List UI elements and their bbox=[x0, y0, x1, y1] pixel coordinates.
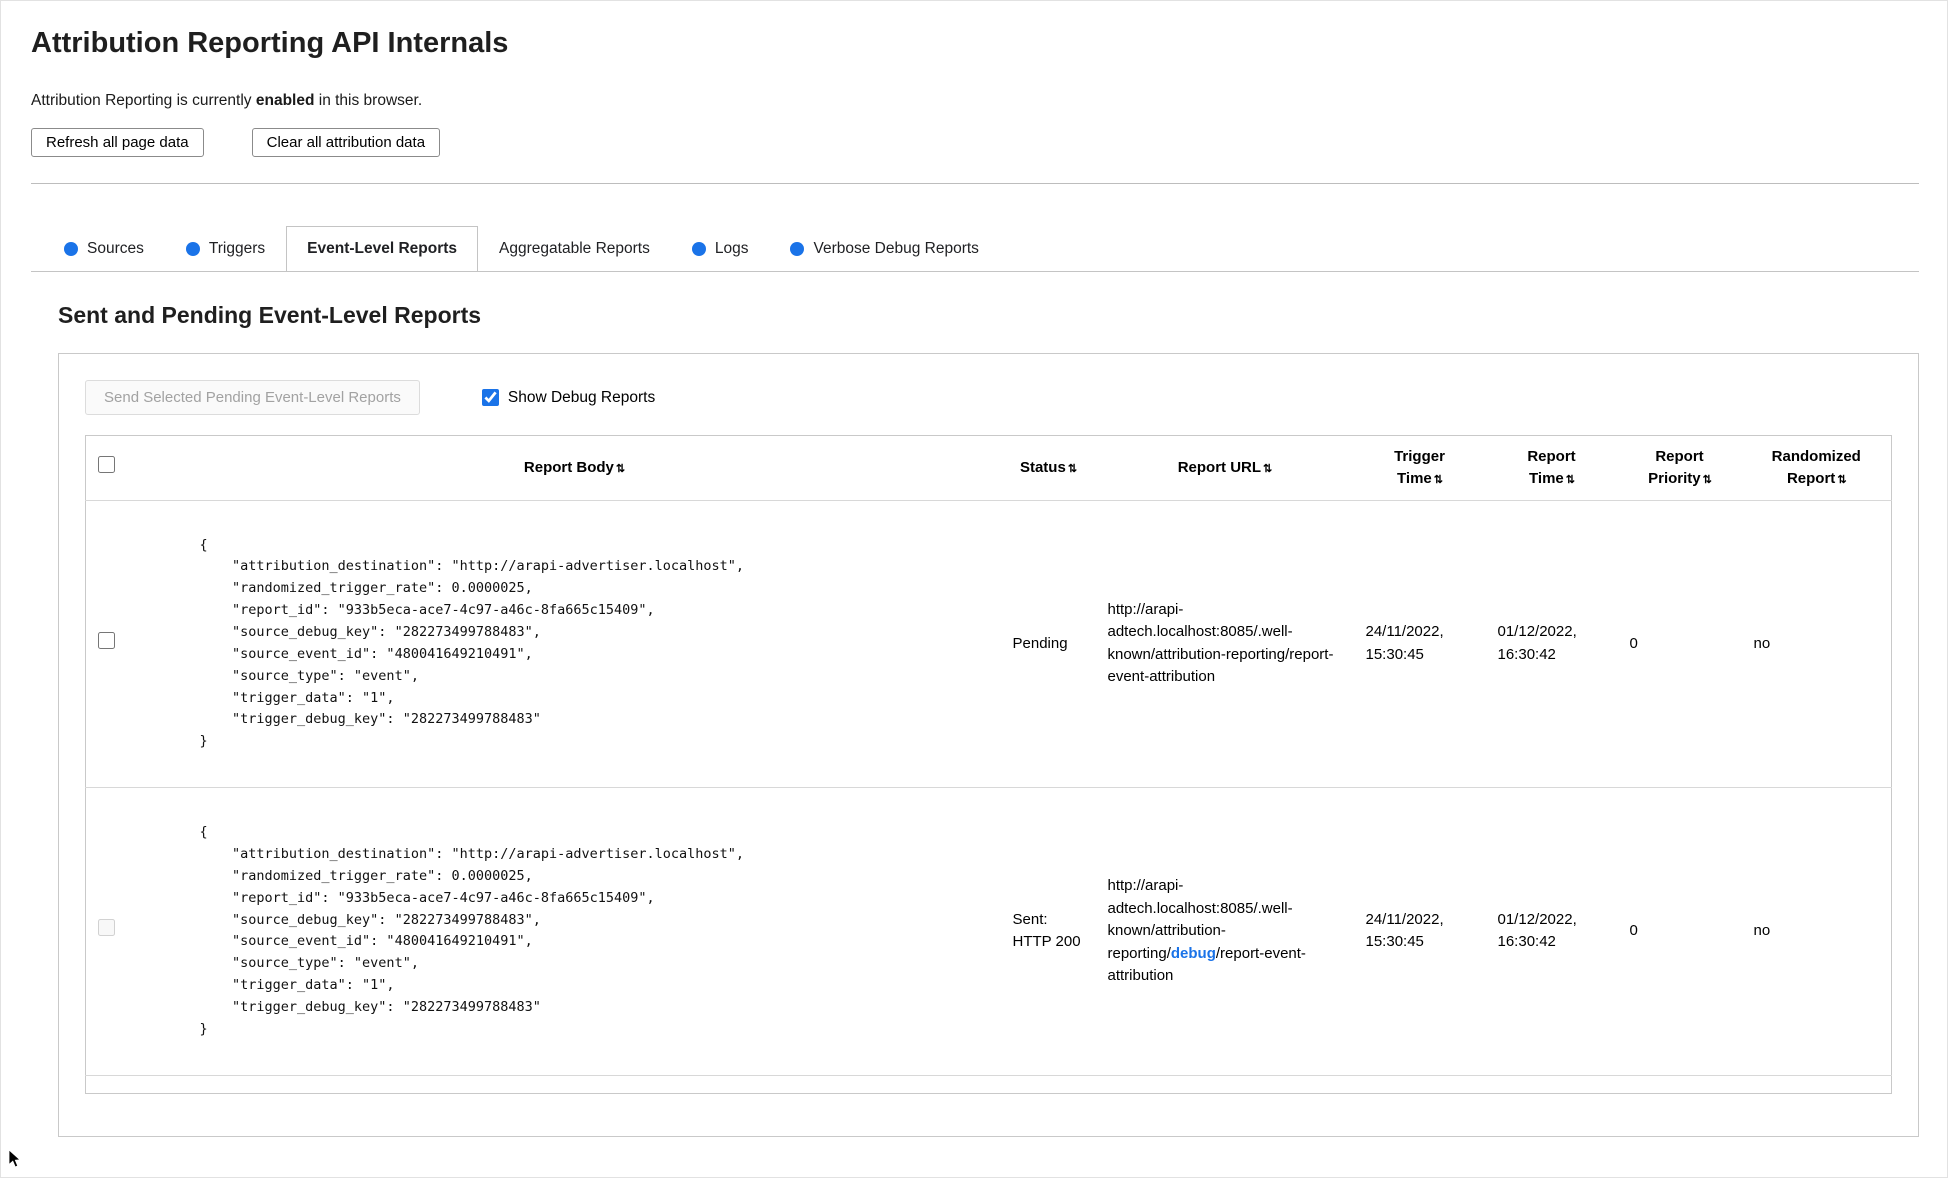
tab-logs[interactable]: Logs bbox=[670, 226, 770, 271]
tab-aggregatable-reports[interactable]: Aggregatable Reports bbox=[478, 226, 671, 271]
top-buttons: Refresh all page data Clear all attribut… bbox=[31, 128, 1919, 157]
report-body-json: { "attribution_destination": "http://ara… bbox=[199, 536, 745, 750]
report-status: Sent: HTTP 200 bbox=[1012, 910, 1081, 951]
randomized-report: no bbox=[1753, 922, 1771, 940]
tab-label: Aggregatable Reports bbox=[499, 240, 650, 257]
event-level-reports-panel: Sent and Pending Event-Level Reports Sen… bbox=[58, 302, 1919, 1137]
randomized-report: no bbox=[1753, 634, 1771, 652]
sort-icon: ⇅ bbox=[1067, 462, 1077, 475]
sort-icon: ⇅ bbox=[1565, 473, 1575, 486]
tab-label: Logs bbox=[714, 240, 749, 257]
send-selected-button[interactable]: Send Selected Pending Event-Level Report… bbox=[85, 380, 420, 415]
tab-label: Triggers bbox=[208, 240, 266, 257]
col-header-report-priority[interactable]: Report Priority ⇅ bbox=[1618, 436, 1742, 501]
report-url: http://arapi-adtech.localhost:8085/.well… bbox=[1096, 500, 1354, 788]
report-body-json: { "attribution_destination": "http://ara… bbox=[199, 824, 745, 1037]
table-footer-cell bbox=[86, 1075, 1892, 1093]
col-header-trigger-time[interactable]: Trigger Time ⇅ bbox=[1354, 436, 1486, 501]
status-text: Attribution Reporting is currently enabl… bbox=[31, 92, 1919, 110]
reports-panel: Send Selected Pending Event-Level Report… bbox=[58, 353, 1919, 1137]
report-time: 01/12/2022, 16:30:42 bbox=[1497, 623, 1577, 663]
trigger-time: 24/11/2022, 15:30:45 bbox=[1365, 910, 1444, 951]
col-header-report-time[interactable]: Report Time ⇅ bbox=[1486, 436, 1618, 501]
section-heading: Sent and Pending Event-Level Reports bbox=[58, 302, 482, 328]
row-select-cell bbox=[86, 788, 148, 1076]
tab-label: Sources bbox=[87, 240, 144, 257]
data-dot-icon bbox=[691, 242, 706, 256]
tab-label: Event-Level Reports bbox=[307, 240, 458, 257]
report-body-cell: { "attribution_destination": "http://ara… bbox=[148, 500, 1001, 788]
show-debug-toggle[interactable]: Show Debug Reports bbox=[481, 388, 656, 407]
status-enabled: enabled bbox=[255, 92, 315, 109]
show-debug-checkbox[interactable] bbox=[481, 389, 499, 406]
report-body-cell: { "attribution_destination": "http://ara… bbox=[148, 788, 1001, 1076]
tab-strip: Sources Triggers Event-Level Reports Agg… bbox=[31, 226, 1919, 272]
tab-event-level-reports[interactable]: Event-Level Reports bbox=[286, 226, 479, 271]
trigger-time: 24/11/2022, 15:30:45 bbox=[1365, 623, 1444, 663]
status-suffix: in this browser. bbox=[314, 92, 423, 109]
sort-icon: ⇅ bbox=[1263, 462, 1272, 475]
report-url-text: http://arapi-adtech.localhost:8085/.well… bbox=[1107, 600, 1334, 686]
attribution-internals-page: Attribution Reporting API Internals Attr… bbox=[0, 0, 1948, 1178]
tab-verbose-debug-reports[interactable]: Verbose Debug Reports bbox=[769, 226, 1000, 271]
col-header-report-url[interactable]: Report URL ⇅ bbox=[1096, 436, 1354, 501]
data-dot-icon bbox=[64, 242, 78, 256]
sort-icon: ⇅ bbox=[1702, 473, 1712, 486]
report-priority: 0 bbox=[1629, 634, 1638, 652]
data-dot-icon bbox=[790, 242, 805, 256]
select-all-checkbox[interactable] bbox=[98, 455, 115, 473]
debug-path-highlight: debug bbox=[1170, 944, 1216, 962]
tab-triggers[interactable]: Triggers bbox=[164, 226, 287, 271]
col-header-report-body[interactable]: Report Body ⇅ bbox=[148, 436, 1001, 501]
tab-sources[interactable]: Sources bbox=[43, 226, 165, 271]
report-url: http://arapi-adtech.localhost:8085/.well… bbox=[1096, 788, 1354, 1076]
sort-icon: ⇅ bbox=[615, 462, 625, 475]
clear-all-button[interactable]: Clear all attribution data bbox=[251, 128, 441, 157]
panel-toolbar: Send Selected Pending Event-Level Report… bbox=[85, 380, 1892, 415]
table-footer-spacer bbox=[86, 1075, 1892, 1093]
divider bbox=[31, 183, 1919, 184]
report-priority: 0 bbox=[1629, 922, 1638, 940]
report-status: Pending bbox=[1012, 634, 1068, 652]
show-debug-label: Show Debug Reports bbox=[507, 388, 656, 406]
status-prefix: Attribution Reporting is currently bbox=[31, 92, 256, 109]
data-dot-icon bbox=[185, 242, 200, 256]
col-header-randomized-report[interactable]: Randomized Report ⇅ bbox=[1742, 436, 1892, 501]
report-row-pending: { "attribution_destination": "http://ara… bbox=[85, 500, 1892, 788]
sort-icon: ⇅ bbox=[1837, 473, 1846, 486]
row-select-cell bbox=[86, 500, 148, 788]
table-header-row: Report Body ⇅ Status ⇅ Report URL ⇅ Trigger… bbox=[85, 436, 1892, 501]
tab-label: Verbose Debug Reports bbox=[813, 240, 979, 257]
row-select-checkbox[interactable] bbox=[98, 631, 115, 649]
report-time: 01/12/2022, 16:30:42 bbox=[1497, 910, 1577, 951]
report-row-sent: { "attribution_destination": "http://ara… bbox=[85, 788, 1892, 1076]
reports-table: Report Body ⇅ Status ⇅ Report URL ⇅ Trigger… bbox=[85, 435, 1892, 1094]
page-title: Attribution Reporting API Internals bbox=[31, 27, 509, 59]
row-select-checkbox-disabled bbox=[98, 919, 115, 937]
select-all-cell bbox=[86, 436, 148, 501]
col-header-status[interactable]: Status ⇅ bbox=[1001, 436, 1096, 501]
mouse-cursor-icon bbox=[8, 1149, 21, 1173]
sort-icon: ⇅ bbox=[1433, 473, 1443, 486]
refresh-all-button[interactable]: Refresh all page data bbox=[31, 128, 204, 157]
